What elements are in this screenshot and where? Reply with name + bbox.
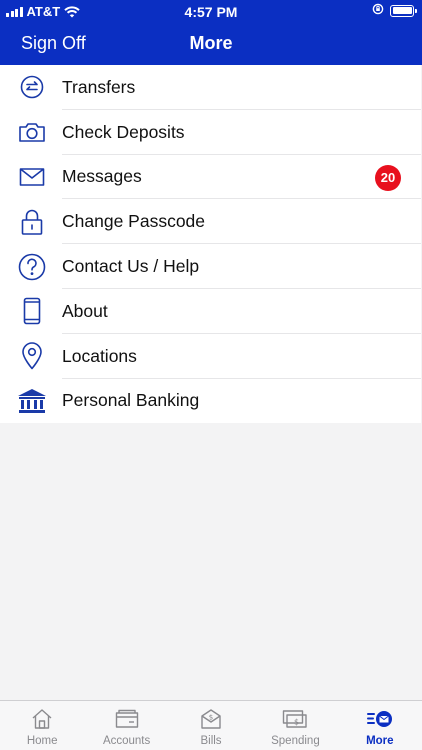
tab-bills[interactable]: $ Bills <box>169 701 253 750</box>
menu-item-label: Transfers <box>62 76 136 97</box>
tab-label: Accounts <box>102 735 151 747</box>
lock-icon <box>16 206 48 238</box>
tab-more[interactable]: More <box>338 701 422 750</box>
menu-list: Transfers Check Deposits Messages 20 Cha… <box>0 65 421 424</box>
camera-icon <box>16 116 48 148</box>
wallet-icon <box>115 707 139 731</box>
menu-item-about[interactable]: About <box>0 289 421 334</box>
status-right <box>372 3 417 18</box>
tab-home[interactable]: Home <box>0 701 84 750</box>
header-area: AT&T 4:57 PM Sign Off More <box>0 0 422 65</box>
tab-spending[interactable]: $ Spending <box>253 701 337 750</box>
phone-device-icon <box>16 295 48 327</box>
envelope-icon <box>16 161 48 193</box>
menu-item-personal-banking[interactable]: Personal Banking <box>0 379 421 424</box>
map-pin-icon <box>16 340 48 372</box>
status-bar: AT&T 4:57 PM <box>0 0 422 22</box>
question-circle-icon <box>16 251 48 283</box>
status-time: 4:57 PM <box>184 4 238 20</box>
tab-label: More <box>366 735 394 747</box>
unread-count-badge: 20 <box>375 164 401 191</box>
tab-label: Home <box>26 735 58 747</box>
menu-item-check-deposits[interactable]: Check Deposits <box>0 110 421 155</box>
tab-label: Bills <box>200 735 222 747</box>
menu-item-change-passcode[interactable]: Change Passcode <box>0 199 421 245</box>
menu-item-label: About <box>62 300 108 321</box>
tab-accounts[interactable]: Accounts <box>84 701 168 750</box>
orientation-lock-icon <box>372 3 384 18</box>
money-bill-icon: $ <box>282 707 308 731</box>
tab-bar: Home Accounts $ Bills $ Spending More <box>0 700 422 750</box>
house-icon <box>31 707 53 731</box>
svg-text:$: $ <box>294 718 299 727</box>
transfer-arrows-icon <box>16 71 48 103</box>
bank-building-icon <box>16 385 48 417</box>
menu-item-label: Messages <box>62 166 142 187</box>
menu-item-label: Contact Us / Help <box>62 256 200 277</box>
menu-item-messages[interactable]: Messages 20 <box>0 155 421 200</box>
menu-item-label: Change Passcode <box>62 211 206 232</box>
menu-item-contact-us[interactable]: Contact Us / Help <box>0 244 421 289</box>
menu-item-transfers[interactable]: Transfers <box>0 65 421 110</box>
tab-label: Spending <box>271 735 320 747</box>
menu-item-label: Locations <box>62 345 137 366</box>
svg-text:$: $ <box>209 714 213 722</box>
envelope-dollar-icon: $ <box>200 707 222 731</box>
more-mail-icon <box>366 707 393 731</box>
page-title: More <box>189 33 233 53</box>
menu-item-label: Personal Banking <box>62 390 200 411</box>
nav-bar: Sign Off More <box>0 22 422 65</box>
battery-icon <box>390 4 417 17</box>
menu-item-locations[interactable]: Locations <box>0 334 421 379</box>
menu-item-label: Check Deposits <box>62 121 185 142</box>
